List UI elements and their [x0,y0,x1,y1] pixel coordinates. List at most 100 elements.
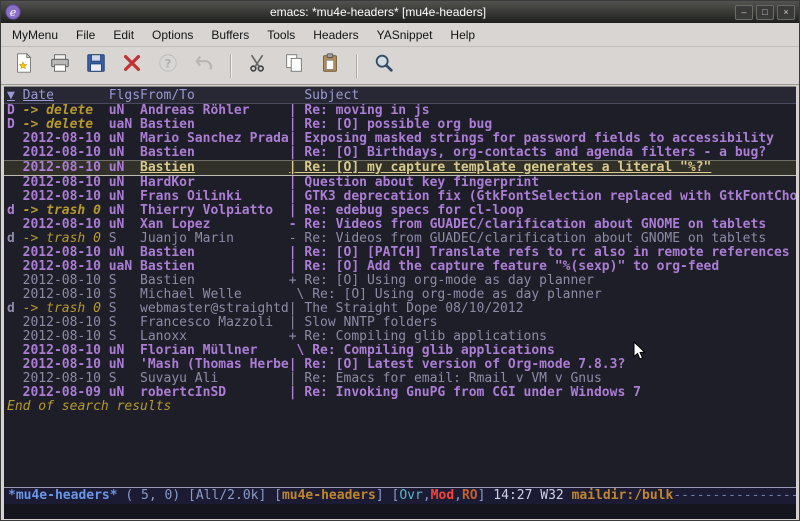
message-subject: | Re: Emacs for email: Rmail v VM v Gnus [289,372,796,386]
mark-prefix: d [7,204,23,218]
message-date: 2012-08-10 [23,274,109,288]
column-header-date[interactable]: Date [23,87,109,103]
message-flags: uN [109,358,140,372]
message-row[interactable]: 2012-08-10uN'Mash (Thomas Herbert)| Re: … [4,358,796,372]
modeline-segment: ----------------------------------------… [673,488,796,503]
message-row[interactable]: 2012-08-10SFrancesco Mazzoli| Slow NNTP … [4,316,796,330]
message-subject: | The Straight Dope 08/10/2012 [289,302,796,316]
menu-headers[interactable]: Headers [304,24,367,46]
menu-options[interactable]: Options [143,24,202,46]
message-date: 2012-08-10 [23,146,109,160]
copy-icon [283,52,305,79]
header-line: ▼ Date Flgs From/To Subject [4,87,796,104]
close-button[interactable]: × [777,5,795,20]
message-flags: S [109,274,140,288]
message-from: Frans Oilinki [140,190,289,204]
message-row[interactable]: 2012-08-10SSuvayu Ali| Re: Emacs for ema… [4,372,796,386]
mark-prefix [7,386,23,400]
sort-direction-indicator[interactable]: ▼ [7,87,23,103]
mark-prefix [7,274,23,288]
message-row[interactable]: 2012-08-10SBastien+ Re: [O] Using org-mo… [4,274,796,288]
message-from: Juanjo Marin [140,232,289,246]
search-button[interactable] [369,51,399,81]
message-row[interactable]: d-> trash 0Swebmaster@straightd...| The … [4,302,796,316]
message-row[interactable]: d-> trash 0uNThierry Volpiatto| Re: edeb… [4,204,796,218]
title-bar[interactable]: e emacs: *mu4e-headers* [mu4e-headers] –… [1,1,799,23]
svg-text:e: e [10,6,17,19]
message-row[interactable]: 2012-08-10uNFrans Oilinki| GTK3 deprecat… [4,190,796,204]
help-button[interactable]: ? [153,51,183,81]
menu-yasnippet[interactable]: YASnippet [368,24,442,46]
modeline-segment: ] [376,488,392,503]
mark-action: -> trash 0 [23,232,109,246]
message-flags: uN [109,344,140,358]
echo-area[interactable] [4,504,796,519]
minimize-button[interactable]: – [735,5,753,20]
message-subject: | Re: [O] Birthdays, org-contacts and ag… [289,146,796,160]
maximize-button[interactable]: □ [756,5,774,20]
print-button[interactable] [45,51,75,81]
save-button[interactable] [81,51,111,81]
message-from: Michael Welle [140,288,289,302]
message-subject: | Re: moving in js [289,104,796,118]
message-subject: | Re: [O] Add the capture feature "%(sex… [289,260,796,274]
new-file-button[interactable] [9,51,39,81]
message-date: 2012-08-10 [23,372,109,386]
modeline-segment: [ [274,488,282,503]
modeline-segment: W32 [540,488,571,503]
paste-button[interactable] [315,51,345,81]
menu-bar: MyMenuFileEditOptionsBuffersToolsHeaders… [1,23,799,47]
modeline-segment: RO [462,488,478,503]
mark-action: -> delete [23,118,109,132]
modeline-segment: ( 5, 0) [118,488,188,503]
menu-mymenu[interactable]: MyMenu [3,24,67,46]
message-row[interactable]: d-> trash 0SJuanjo Marin- Re: Videos fro… [4,232,796,246]
message-from: Lanoxx [140,330,289,344]
copy-button[interactable] [279,51,309,81]
message-row[interactable]: 2012-08-10uNBastien| Re: [O] Birthdays, … [4,146,796,160]
menu-help[interactable]: Help [441,24,484,46]
message-from: Francesco Mazzoli [140,316,289,330]
message-subject: | Re: edebug specs for cl-loop [289,204,796,218]
message-row[interactable]: 2012-08-10uNBastien| Re: [O] my capture … [4,160,796,176]
save-icon [85,52,107,79]
toolbar-separator [230,54,232,78]
message-row[interactable]: 2012-08-09uNrobertcInSD| Re: Invoking Gn… [4,386,796,400]
message-row[interactable]: 2012-08-10uNFlorian Müllner \ Re: Compil… [4,344,796,358]
menu-buffers[interactable]: Buffers [202,24,258,46]
mark-action: -> trash 0 [23,302,109,316]
mark-action: -> delete [23,104,109,118]
paste-icon [319,52,341,79]
close-buffer-button[interactable] [117,51,147,81]
message-flags: S [109,288,140,302]
mark-prefix [7,246,23,260]
message-row[interactable]: 2012-08-10uNHardKor| Question about key … [4,176,796,190]
message-date: 2012-08-10 [23,176,109,190]
mark-prefix: d [7,232,23,246]
column-header-subject[interactable]: Subject [289,87,796,103]
message-row[interactable]: 2012-08-10uNMario Sanchez Prada| Exposin… [4,132,796,146]
mark-prefix [7,176,23,190]
mark-prefix [7,132,23,146]
message-subject: | Re: Invoking GnuPG from CGI under Wind… [289,386,796,400]
mark-prefix: d [7,302,23,316]
column-header-from[interactable]: From/To [140,87,289,103]
column-header-flags[interactable]: Flgs [109,87,140,103]
cut-button[interactable] [243,51,273,81]
message-subject: - Re: Videos from GUADEC/clarification a… [289,232,796,246]
menu-tools[interactable]: Tools [258,24,304,46]
message-row[interactable]: 2012-08-10uaNBastien| Re: [O] Add the ca… [4,260,796,274]
new-file-icon [13,52,35,79]
message-row[interactable]: 2012-08-10SMichael Welle \ Re: [O] Using… [4,288,796,302]
message-row[interactable]: 2012-08-10SLanoxx+ Re: Compiling glib ap… [4,330,796,344]
emacs-app-icon: e [5,4,21,20]
menu-edit[interactable]: Edit [104,24,143,46]
mode-line: *mu4e-headers* ( 5, 0) [All/2.0k] [mu4e-… [4,487,796,504]
menu-file[interactable]: File [67,24,104,46]
undo-button[interactable] [189,51,219,81]
message-row[interactable]: D-> deleteuaNBastien| Re: [O] possible o… [4,118,796,132]
message-row[interactable]: 2012-08-10uNXan Lopez- Re: Videos from G… [4,218,796,232]
message-row[interactable]: 2012-08-10uNBastien| Re: [O] [PATCH] Tra… [4,246,796,260]
message-subject: | GTK3 deprecation fix (GtkFontSelection… [289,190,796,204]
message-row[interactable]: D-> deleteuNAndreas Röhler| Re: moving i… [4,104,796,118]
